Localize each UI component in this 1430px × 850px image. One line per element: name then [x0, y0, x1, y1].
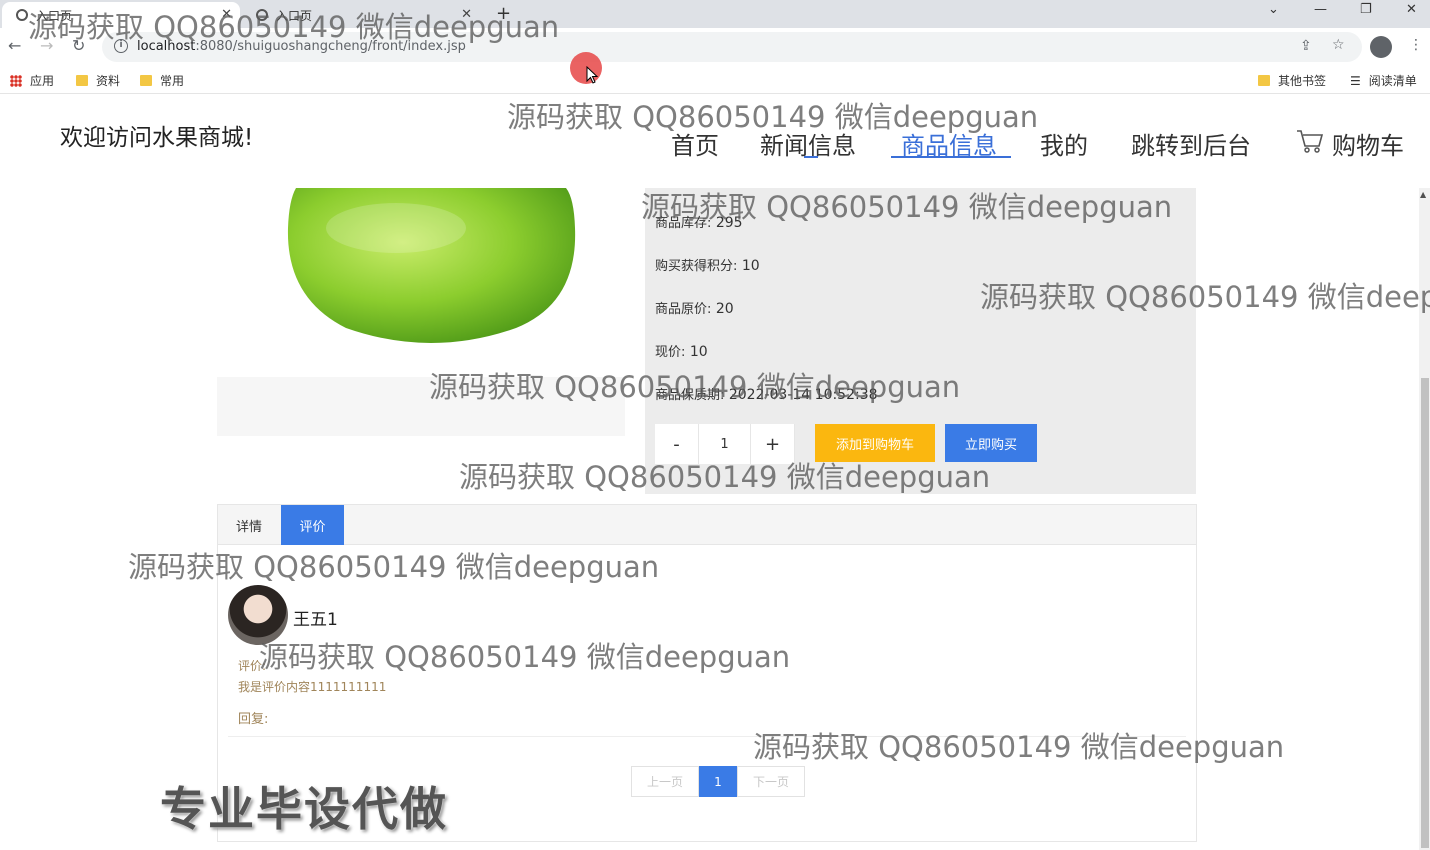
bookmark-label: 应用: [30, 74, 55, 88]
page-1-button[interactable]: 1: [699, 766, 737, 797]
tab-title: 入口页: [276, 8, 313, 23]
close-tab-icon[interactable]: ✕: [461, 7, 472, 22]
nav-mine[interactable]: 我的: [1040, 126, 1088, 161]
bookmark-label: 阅读清单: [1368, 74, 1417, 88]
stock-row: 商品库存: 295: [655, 215, 743, 231]
avatar: [228, 585, 288, 645]
window-close-icon[interactable]: ✕: [1406, 2, 1417, 17]
apps-grid-icon: [10, 74, 22, 87]
tab-search-icon[interactable]: ⌄: [1268, 2, 1279, 17]
nav-hover-underline: [804, 156, 818, 158]
nav-cart[interactable]: 购物车: [1332, 126, 1404, 161]
mouse-cursor-icon: [586, 66, 598, 84]
back-icon[interactable]: ←: [8, 36, 21, 55]
bookmark-folder[interactable]: 资料: [76, 72, 120, 89]
expiry-value: 2022-03-14 10:52:38: [728, 387, 878, 403]
browser-tab-strip: 入口页 ✕ 入口页 ✕ + ⌄ — ❐ ✕: [0, 0, 1430, 28]
restore-icon[interactable]: ❐: [1360, 2, 1372, 17]
buy-now-button[interactable]: 立即购买: [945, 424, 1037, 462]
forward-icon[interactable]: →: [40, 36, 53, 55]
next-page-button[interactable]: 下一页: [737, 766, 805, 797]
image-thumbnail-strip: [217, 377, 625, 436]
bookmark-folder[interactable]: 常用: [140, 72, 184, 89]
points-value: 10: [741, 258, 760, 274]
url-text: localhost:8080/shuiguoshangcheng/front/i…: [137, 39, 466, 54]
browser-toolbar: ← → ↻ i localhost:8080/shuiguoshangcheng…: [0, 28, 1430, 66]
review-label: 评价:: [238, 659, 267, 673]
bookmark-label: 资料: [96, 74, 121, 88]
original-price-value: 20: [715, 301, 734, 317]
browser-tab[interactable]: 入口页 ✕: [2, 2, 240, 28]
site-title: 欢迎访问水果商城!: [60, 125, 254, 151]
bookmark-label: 常用: [160, 74, 185, 88]
divider: [228, 736, 1186, 737]
reviewer-name: 王五1: [293, 610, 338, 630]
prev-page-button[interactable]: 上一页: [631, 766, 699, 797]
tab-review[interactable]: 评价: [281, 505, 344, 545]
stock-value: 295: [715, 215, 743, 231]
nav-active-underline: [891, 156, 1011, 158]
expiry-row: 商品保质期: 2022-03-14 10:52:38: [655, 387, 878, 403]
scrollbar-thumb[interactable]: [1421, 378, 1429, 848]
quantity-input[interactable]: 1: [699, 424, 751, 464]
star-icon[interactable]: ☆: [1332, 37, 1345, 53]
reload-icon[interactable]: ↻: [72, 36, 85, 55]
close-tab-icon[interactable]: ✕: [221, 7, 232, 22]
price-value: 10: [689, 344, 708, 360]
bookmark-label: 其他书签: [1278, 74, 1327, 88]
quantity-increase-button[interactable]: +: [751, 424, 795, 464]
folder-icon: [76, 75, 88, 86]
menu-icon[interactable]: ⋮: [1409, 37, 1423, 53]
original-price-row: 商品原价: 20: [655, 301, 734, 317]
tabs-header: 详情 评价: [218, 505, 1196, 545]
globe-icon: [16, 9, 28, 21]
nav-home[interactable]: 首页: [671, 126, 719, 161]
review-content: 我是评价内容1111111111: [238, 680, 387, 694]
promo-banner-text: 专业毕设代做: [160, 782, 448, 836]
address-bar[interactable]: i localhost:8080/shuiguoshangcheng/front…: [102, 32, 1362, 62]
other-bookmarks[interactable]: 其他书签: [1258, 72, 1326, 89]
tab-detail[interactable]: 详情: [218, 505, 280, 545]
product-image-green-apple: [287, 188, 576, 343]
profile-icon[interactable]: [1370, 36, 1392, 58]
quantity-decrease-button[interactable]: -: [655, 424, 699, 464]
folder-icon: [140, 75, 152, 86]
globe-icon: [256, 9, 268, 21]
product-info-panel: 商品库存: 295 购买获得积分: 10 商品原价: 20 现价: 10 商品保…: [645, 188, 1196, 494]
site-info-icon[interactable]: i: [114, 39, 128, 53]
points-row: 购买获得积分: 10: [655, 258, 760, 274]
new-tab-button[interactable]: +: [496, 3, 511, 24]
price-row: 现价: 10: [655, 344, 708, 360]
share-icon[interactable]: ⇪: [1300, 38, 1312, 54]
folder-icon: [1258, 75, 1270, 86]
bookmark-apps[interactable]: 应用: [10, 72, 54, 89]
pagination: 上一页 1 下一页: [631, 766, 805, 797]
nav-admin[interactable]: 跳转到后台: [1131, 126, 1251, 161]
tab-title: 入口页: [36, 8, 73, 23]
minimize-icon[interactable]: —: [1314, 2, 1327, 17]
bookmarks-bar: 应用 资料 常用 其他书签 ☰ 阅读清单: [0, 66, 1430, 94]
add-to-cart-button[interactable]: 添加到购物车: [815, 424, 935, 462]
quantity-stepper: - 1 +: [655, 424, 795, 464]
cart-icon[interactable]: [1296, 128, 1324, 154]
reply-label: 回复:: [238, 712, 269, 727]
browser-tab[interactable]: 入口页 ✕: [242, 2, 480, 28]
reading-list[interactable]: ☰ 阅读清单: [1350, 72, 1417, 89]
reading-list-icon: ☰: [1350, 73, 1361, 88]
scroll-up-icon[interactable]: ▲: [1420, 190, 1426, 199]
